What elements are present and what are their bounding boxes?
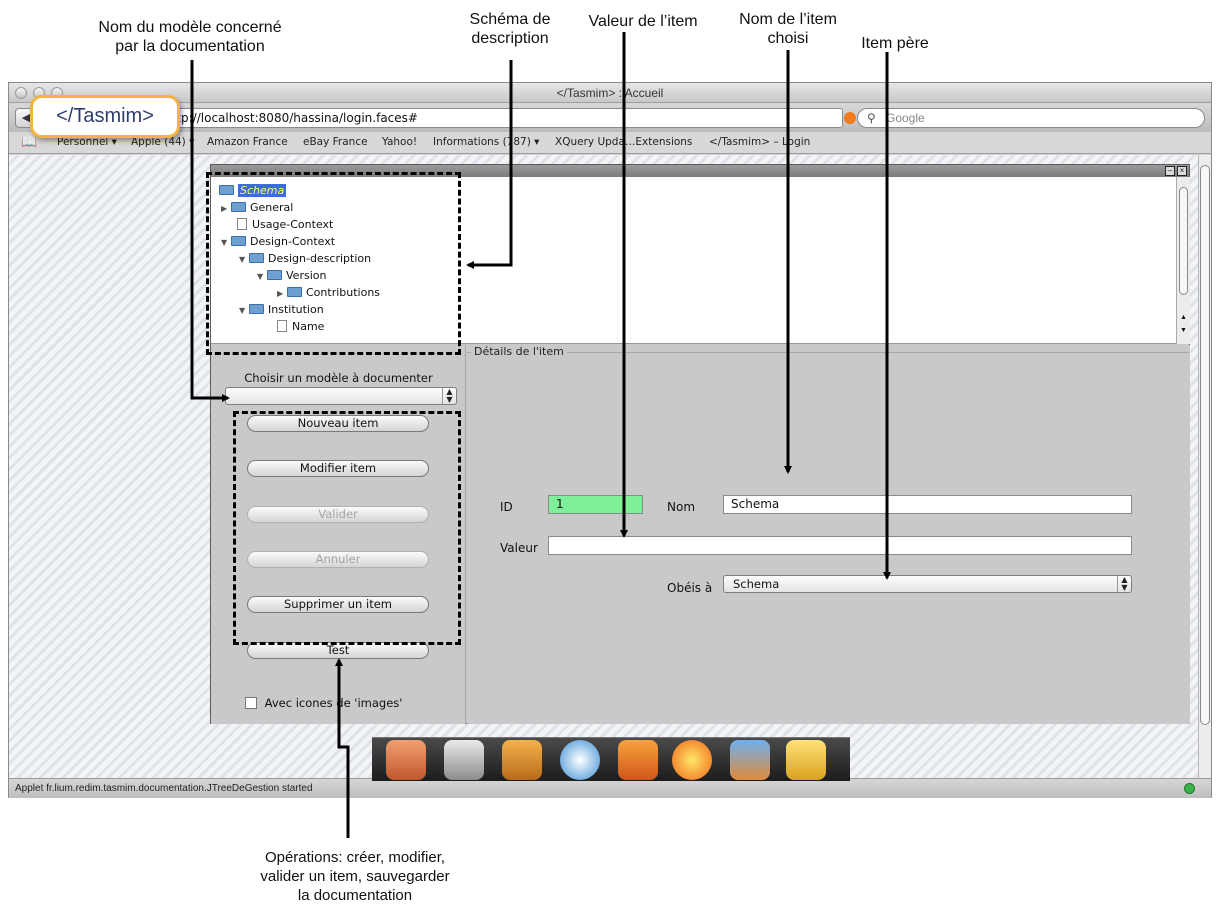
scroll-thumb[interactable] bbox=[1200, 165, 1210, 725]
home-dock-icon[interactable] bbox=[386, 740, 426, 780]
close-icon[interactable]: × bbox=[1177, 166, 1187, 176]
sun-dock-icon[interactable] bbox=[672, 740, 712, 780]
search-input[interactable]: ⚲ Google bbox=[857, 108, 1205, 128]
page-scrollbar[interactable] bbox=[1198, 155, 1211, 778]
dock bbox=[372, 737, 850, 781]
select-arrows-icon: ▲ ▼ bbox=[1117, 576, 1131, 592]
annotation-schema: Schéma de description bbox=[469, 11, 551, 47]
annotation-item-value: Valeur de l’item bbox=[588, 13, 698, 30]
icons-checkbox-row[interactable]: Avec icones de 'images' bbox=[245, 696, 402, 710]
value-field[interactable] bbox=[548, 536, 1132, 555]
parent-item-select[interactable]: Schema ▲ ▼ bbox=[723, 575, 1132, 593]
value-label: Valeur bbox=[500, 541, 538, 555]
lock-dock-icon[interactable] bbox=[786, 740, 826, 780]
bookmark-item[interactable]: Informations (787) ▾ bbox=[433, 132, 539, 153]
schema-highlight-box bbox=[206, 172, 461, 355]
annotation-parent-item: Item père bbox=[861, 35, 929, 52]
four-dock-icon[interactable] bbox=[618, 740, 658, 780]
bookmark-item[interactable]: Yahoo! bbox=[382, 132, 417, 153]
tree-scrollbar[interactable]: ▲ ▼ bbox=[1176, 177, 1190, 344]
scroll-down-icon[interactable]: ▼ bbox=[1180, 327, 1187, 334]
compass-dock-icon[interactable] bbox=[560, 740, 600, 780]
name-field[interactable]: Schema bbox=[723, 495, 1132, 514]
search-icon: ⚲ bbox=[867, 111, 876, 125]
annotation-model-name: Nom du modèle concerné par la documentati… bbox=[98, 19, 282, 55]
bookmark-item[interactable]: XQuery Upda…Extensions bbox=[555, 132, 692, 153]
url-text: http://localhost:8080/hassina/login.face… bbox=[164, 111, 418, 125]
obeys-label: Obéis à bbox=[667, 581, 713, 595]
tree-scroll-thumb[interactable] bbox=[1179, 187, 1188, 295]
status-ok-icon bbox=[1184, 783, 1195, 794]
parent-item-select-value: Schema bbox=[733, 577, 780, 591]
status-bar: Applet fr.lium.redim.tasmim.documentatio… bbox=[9, 778, 1211, 798]
fox-dock-icon[interactable] bbox=[502, 740, 542, 780]
model-select[interactable]: ▲ ▼ bbox=[225, 387, 457, 405]
details-legend: Détails de l'item bbox=[471, 345, 567, 358]
window-titlebar: </Tasmim> : Accueil bbox=[9, 83, 1211, 103]
model-select-label: Choisir un modèle à documenter bbox=[244, 371, 433, 385]
window-title: </Tasmim> : Accueil bbox=[556, 86, 664, 100]
name-label: Nom bbox=[667, 500, 696, 514]
id-field[interactable]: 1 bbox=[548, 495, 643, 514]
scroll-up-icon[interactable]: ▲ bbox=[1180, 314, 1187, 321]
url-input[interactable]: http://localhost:8080/hassina/login.face… bbox=[143, 108, 856, 128]
bookmarks-bar: 📖 Personnel ▾ Apple (44) ▾ Amazon France… bbox=[9, 132, 1211, 154]
bookmark-item[interactable]: </Tasmim> – Login bbox=[709, 132, 810, 153]
minimize-icon[interactable]: – bbox=[1165, 166, 1175, 176]
operations-highlight-box bbox=[233, 411, 461, 645]
icons-checkbox-label: Avec icones de 'images' bbox=[264, 696, 403, 710]
status-text: Applet fr.lium.redim.tasmim.documentatio… bbox=[15, 783, 313, 794]
back-arrow-icon: ◀ bbox=[21, 112, 31, 124]
browser-toolbar: ◀ ▶ ⌂ ↻ http://localhost:8080/hassina/lo… bbox=[9, 104, 1211, 132]
tasmim-logo: </Tasmim> bbox=[30, 95, 180, 138]
rss-icon[interactable] bbox=[844, 112, 856, 124]
annotation-operations: Opérations: créer, modifier, valider un i… bbox=[260, 849, 450, 904]
search-placeholder: Google bbox=[886, 111, 925, 125]
item-details-panel: Détails de l'item ID 1 Nom Schema Valeur… bbox=[467, 345, 1190, 724]
gear-dock-icon[interactable] bbox=[444, 740, 484, 780]
icons-checkbox[interactable] bbox=[245, 697, 257, 709]
bookmark-item[interactable]: Amazon France bbox=[207, 132, 288, 153]
users-dock-icon[interactable] bbox=[730, 740, 770, 780]
select-arrows-icon: ▲ ▼ bbox=[442, 388, 456, 404]
bookmark-item[interactable]: eBay France bbox=[303, 132, 368, 153]
id-label: ID bbox=[500, 500, 513, 514]
